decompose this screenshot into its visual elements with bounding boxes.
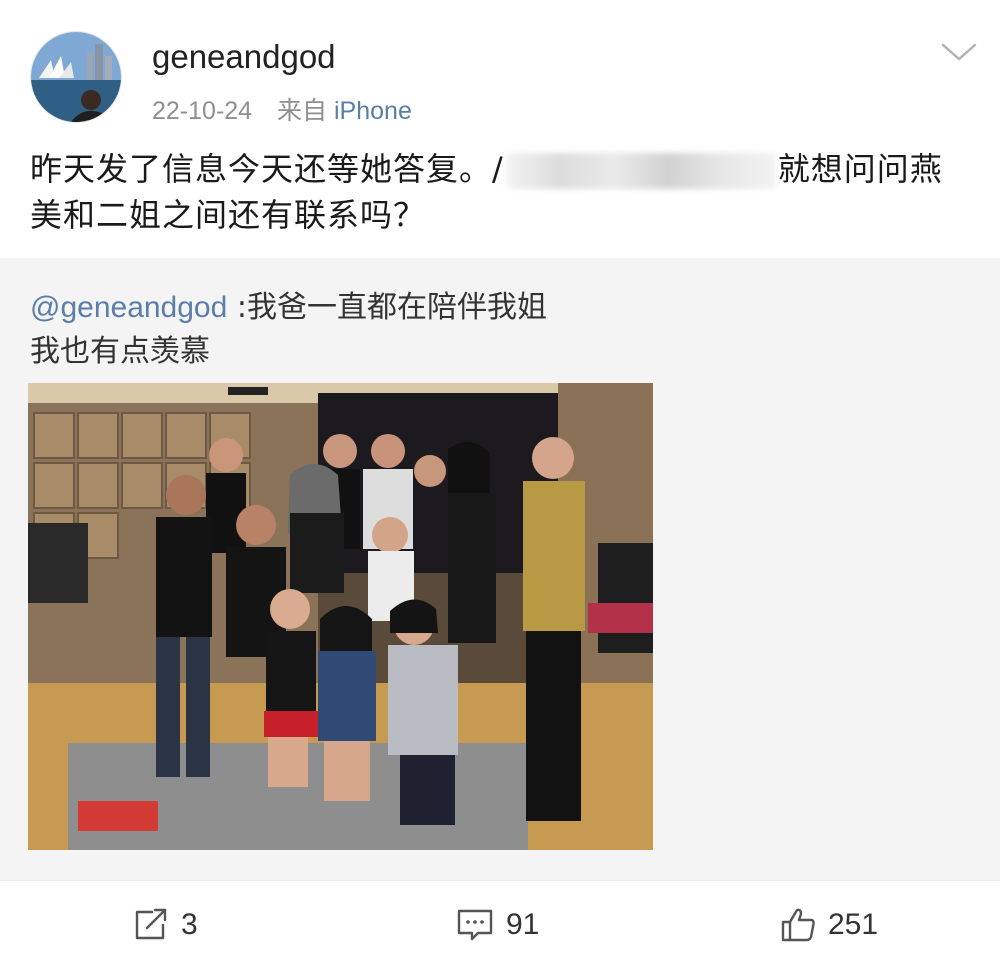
source-prefix: 来自	[277, 97, 328, 125]
avatar[interactable]	[30, 31, 122, 123]
post-header: geneandgod 22-10-24 来自 iPhone	[0, 0, 1000, 140]
post-meta: 22-10-24 来自 iPhone	[152, 91, 412, 127]
quoted-text: @geneandgod :我爸一直都在陪伴我姐 我也有点羡慕	[30, 286, 970, 374]
post-text-part1: 昨天发了信息今天还等她答复。/	[30, 150, 504, 188]
quoted-text-line1: :我爸一直都在陪伴我姐	[227, 290, 547, 325]
avatar-image	[31, 32, 121, 122]
action-bar: 3 91 251	[0, 880, 1000, 969]
post-text: 昨天发了信息今天还等她答复。/ 就想问问燕 美和二姐之间还有联系吗？	[30, 146, 980, 238]
comment-icon	[457, 909, 493, 941]
group-photo[interactable]	[28, 383, 653, 850]
like-count: 251	[828, 908, 879, 941]
source-device[interactable]: iPhone	[334, 97, 412, 125]
comment-button[interactable]: 91	[456, 881, 539, 969]
comment-count: 91	[506, 908, 540, 941]
post-text-line2: 美和二姐之间还有联系吗？	[30, 196, 427, 234]
share-icon	[135, 908, 167, 940]
username[interactable]: geneandgod	[152, 38, 336, 76]
quoted-text-line2: 我也有点羡慕	[30, 334, 210, 369]
post-date: 22-10-24	[152, 97, 253, 125]
blurred-redaction	[505, 153, 776, 189]
thumbs-up-icon	[781, 908, 815, 942]
repost-button[interactable]: 3	[133, 881, 198, 969]
post-text-part2: 就想问问燕	[777, 150, 943, 188]
like-button[interactable]: 251	[780, 881, 878, 969]
quoted-post[interactable]: @geneandgod :我爸一直都在陪伴我姐 我也有点羡慕	[0, 258, 1000, 880]
group-photo-image	[28, 383, 653, 850]
chevron-down-icon[interactable]	[940, 40, 978, 64]
repost-count: 3	[181, 908, 198, 941]
mention-link[interactable]: @geneandgod	[30, 291, 227, 324]
